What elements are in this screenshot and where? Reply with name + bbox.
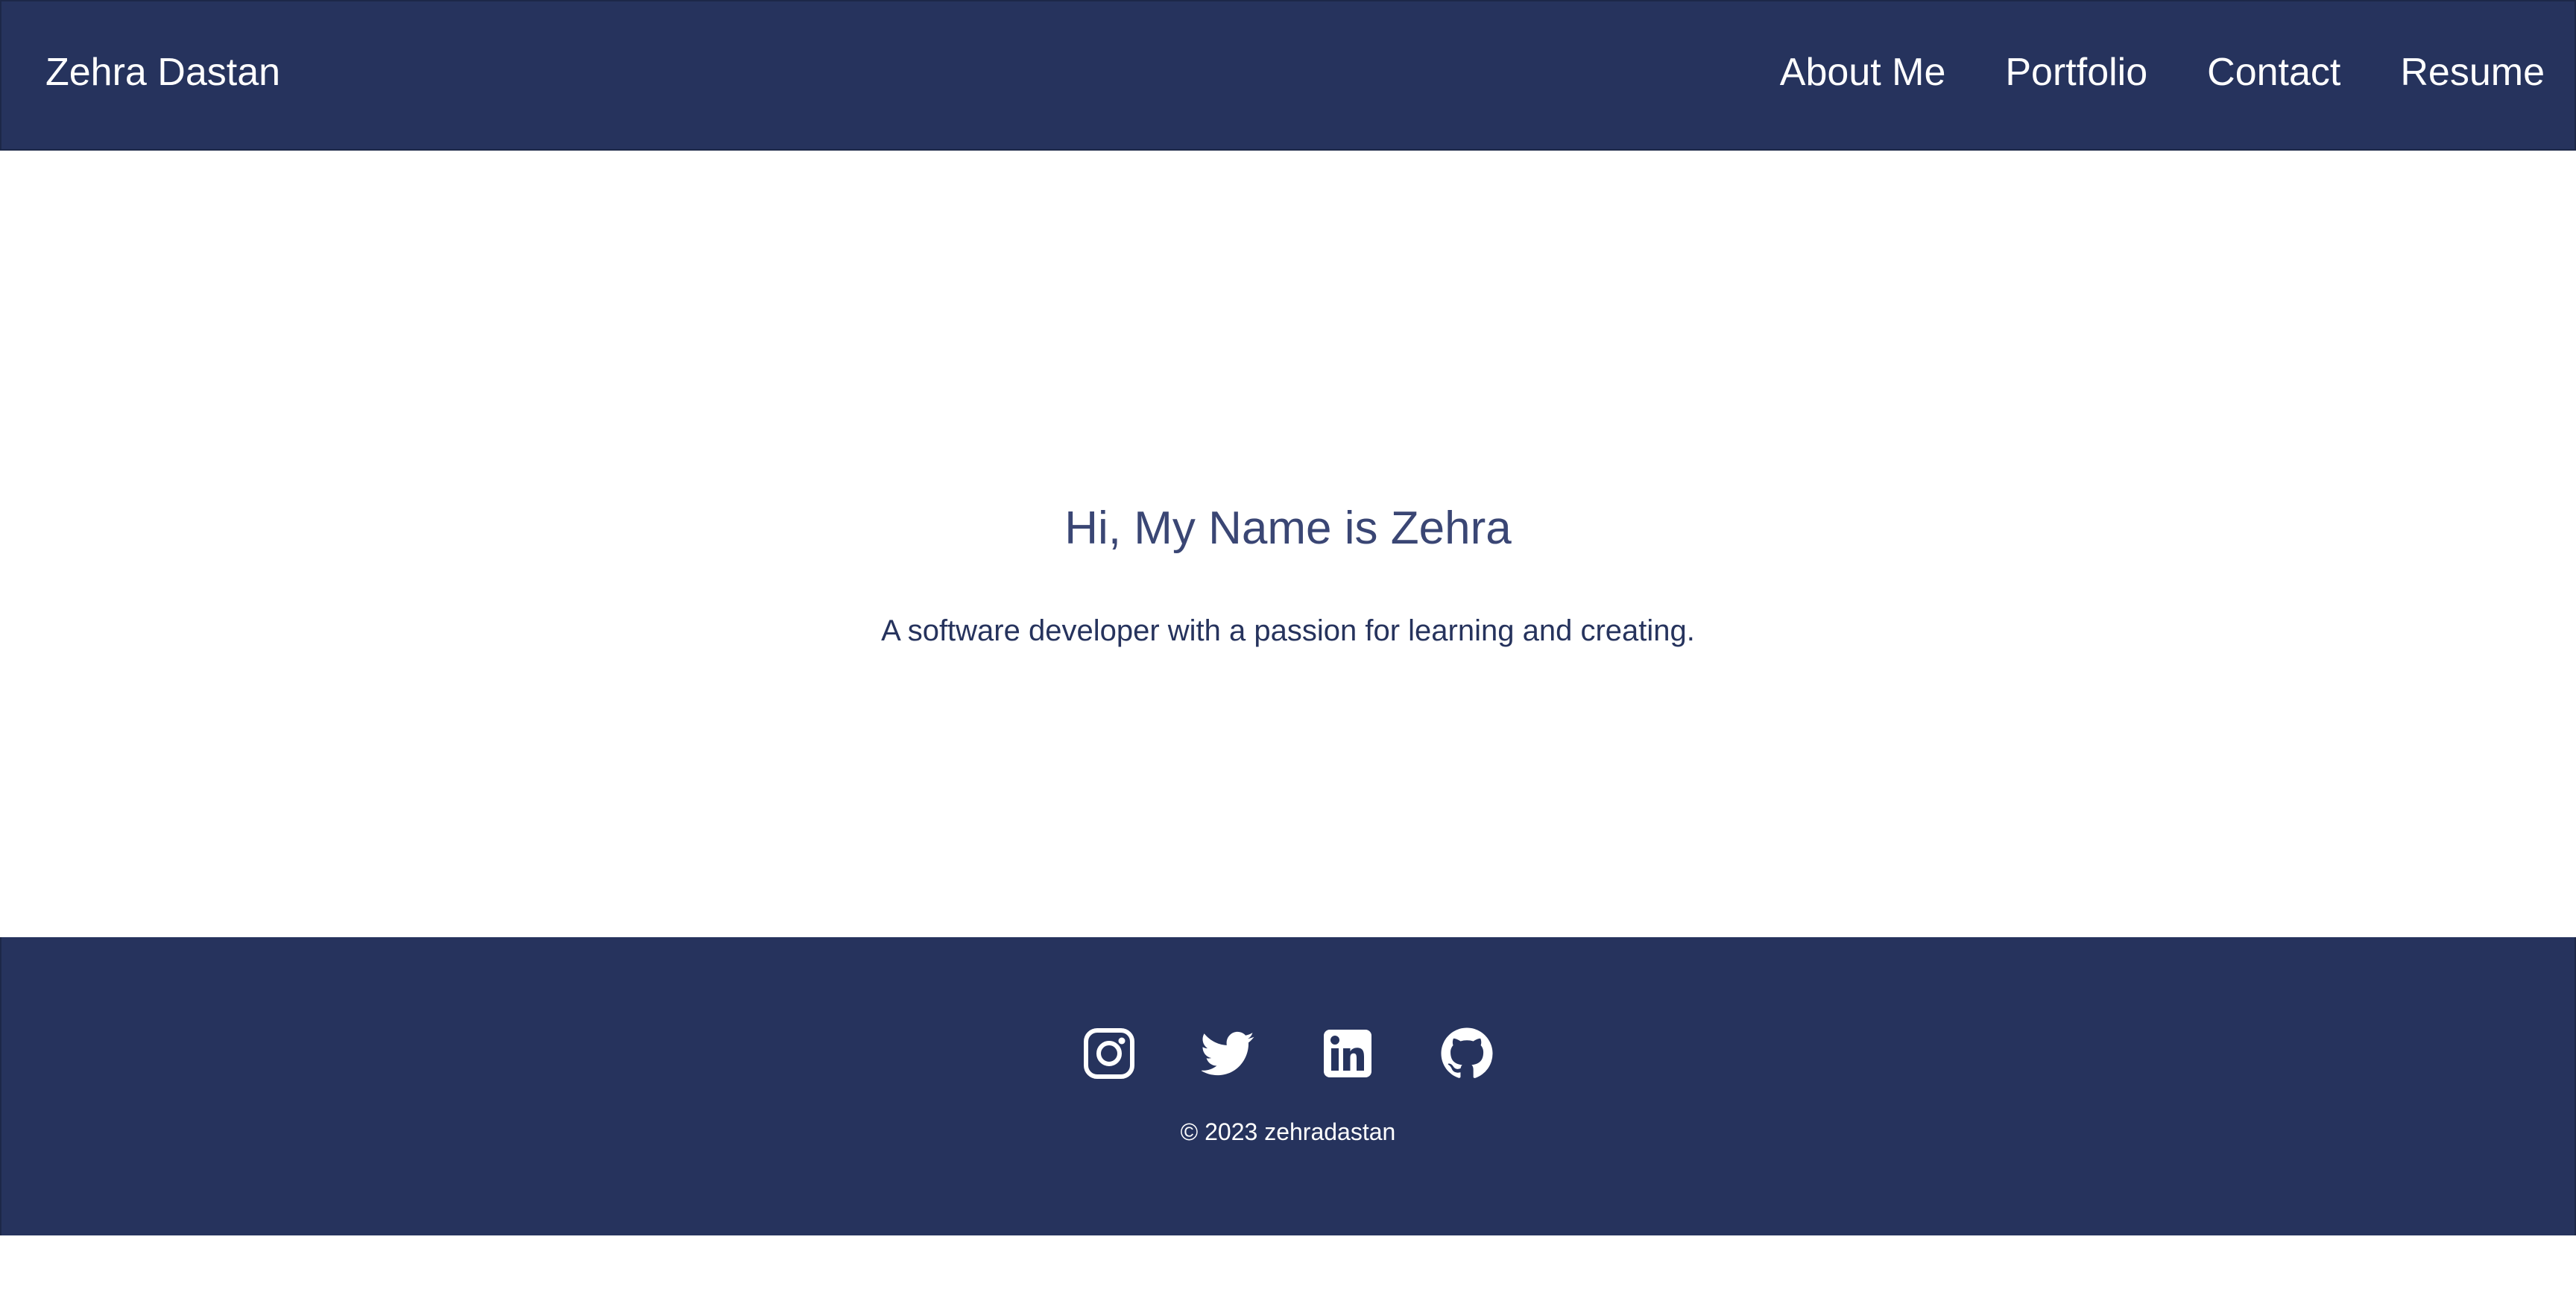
hero-title: Hi, My Name is Zehra (1064, 503, 1512, 554)
github-link[interactable] (1440, 1027, 1494, 1080)
nav-link-about-me[interactable]: About Me (1780, 50, 1946, 95)
copyright-text: © 2023 zehradastan (1180, 1118, 1396, 1145)
brand-link[interactable]: Zehra Dastan (45, 1, 280, 143)
page-bottom-space (0, 1235, 2576, 1310)
instagram-icon (1084, 1028, 1134, 1079)
social-links (1, 1027, 2575, 1080)
hero-subtitle: A software developer with a passion for … (881, 614, 1695, 647)
footer: © 2023 zehradastan (0, 937, 2576, 1235)
nav-link-contact[interactable]: Contact (2207, 50, 2340, 95)
instagram-link[interactable] (1082, 1027, 1136, 1080)
github-icon (1441, 1027, 1493, 1078)
linkedin-link[interactable] (1321, 1027, 1374, 1080)
nav-links: About Me Portfolio Contact Resume (1780, 1, 2545, 143)
twitter-link[interactable] (1202, 1027, 1255, 1080)
nav-link-portfolio[interactable]: Portfolio (2005, 50, 2147, 95)
nav-link-resume[interactable]: Resume (2400, 50, 2545, 95)
hero-section: Hi, My Name is Zehra A software develope… (0, 151, 2576, 937)
twitter-icon (1202, 1031, 1254, 1076)
navbar: Zehra Dastan About Me Portfolio Contact … (0, 0, 2576, 151)
linkedin-icon (1324, 1030, 1371, 1077)
